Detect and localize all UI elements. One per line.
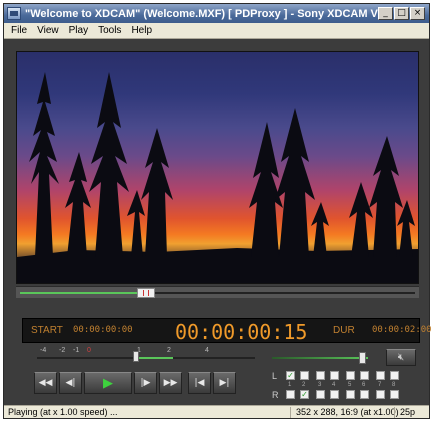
channel-checkbox[interactable] [346,390,355,399]
menu-view[interactable]: View [32,25,64,36]
rewind-button[interactable]: ◀◀ [34,372,57,394]
current-timecode: 00:00:00:15 [175,320,308,344]
maximize-button[interactable]: □ [394,7,409,20]
channel-checkbox[interactable] [376,371,385,380]
menu-bar: File View Play Tools Help [4,23,429,39]
shuttle-fill [137,357,173,359]
seek-progress [20,292,146,294]
status-bar: Playing (at x 1.00 speed) ... 352 x 288,… [4,405,429,418]
close-button[interactable]: × [410,7,425,20]
shuttle-tick: 0 [87,347,91,354]
go-to-start-button[interactable]: |◀ [188,372,211,394]
tree-silhouettes [17,72,418,283]
audio-channel-grid: L R ✓ ✓ 1 2 3 4 5 6 7 8 [272,371,422,401]
duration-timecode: 00:00:02:00 [372,325,432,335]
status-divider [290,407,291,418]
volume-slider[interactable] [272,352,372,364]
channel-row-label-r: R [272,390,279,400]
shuttle-tick: -2 [59,347,66,354]
volume-knob[interactable] [359,352,366,364]
channel-checkbox[interactable] [390,390,399,399]
channel-number: 4 [332,382,336,388]
channel-checkbox[interactable] [360,390,369,399]
play-button[interactable]: ▶ [84,372,132,394]
channel-row-label-l: L [272,371,278,381]
menu-play[interactable]: Play [64,25,93,36]
channel-number: 3 [318,382,322,388]
channel-checkbox[interactable] [376,390,385,399]
shuttle-tick: 4 [205,347,209,354]
channel-checkbox[interactable] [286,390,295,399]
shuttle-knob[interactable] [133,351,139,362]
shuttle-slider[interactable]: -4 -2 -1 0 1 2 4 [37,347,255,363]
step-back-button[interactable]: ◀| [59,372,82,394]
channel-checkbox[interactable] [330,371,339,380]
channel-checkbox[interactable]: ✓ [300,390,309,399]
channel-checkbox[interactable] [316,390,325,399]
speaker-mute-icon: 🔇︎ [397,352,405,363]
timecode-display: START 00:00:00:00 00:00:00:15 DUR 00:00:… [22,318,432,344]
step-forward-button[interactable]: |▶ [134,372,157,394]
start-label: START [31,325,63,336]
transport-controls: ◀◀ ◀| ▶ |▶ ▶▶ |◀ ▶| [34,372,248,394]
app-icon [7,7,21,20]
channel-checkbox[interactable] [390,371,399,380]
frame-rate: 25p [400,407,416,417]
volume-track [272,357,368,359]
window-title: "Welcome to XDCAM" (Welcome.MXF) [ PDPro… [25,7,378,20]
status-divider [394,407,395,418]
minimize-button[interactable]: _ [378,7,393,20]
video-preview[interactable] [16,51,419,284]
menu-file[interactable]: File [6,25,32,36]
menu-tools[interactable]: Tools [93,25,126,36]
seek-thumb[interactable] [137,288,155,298]
channel-checkbox[interactable] [300,371,309,380]
title-bar[interactable]: "Welcome to XDCAM" (Welcome.MXF) [ PDPro… [4,4,429,23]
fast-forward-button[interactable]: ▶▶ [159,372,182,394]
video-format: 352 x 288, 16:9 (at x1.00) [296,407,399,417]
viewer-window: "Welcome to XDCAM" (Welcome.MXF) [ PDPro… [3,3,432,419]
channel-checkbox[interactable]: ✓ [286,371,295,380]
playback-status: Playing (at x 1.00 speed) ... [8,407,118,417]
channel-number: 2 [302,382,306,388]
go-to-end-button[interactable]: ▶| [213,372,236,394]
shuttle-tick: -1 [73,347,80,354]
channel-number: 7 [378,382,382,388]
channel-number: 1 [288,382,292,388]
seek-track [20,292,415,294]
seek-bar[interactable] [16,286,419,298]
window-controls: _ □ × [378,7,425,20]
menu-help[interactable]: Help [126,25,157,36]
shuttle-tick: -4 [40,347,47,354]
channel-checkbox[interactable] [346,371,355,380]
channel-checkbox[interactable] [316,371,325,380]
duration-label: DUR [333,325,355,336]
channel-number: 6 [362,382,366,388]
channel-checkbox[interactable] [330,390,339,399]
channel-number: 5 [348,382,352,388]
mute-button[interactable]: 🔇︎ [386,349,416,366]
shuttle-tick: 2 [167,347,171,354]
start-timecode: 00:00:00:00 [73,325,133,335]
channel-number: 8 [392,382,396,388]
channel-checkbox[interactable] [360,371,369,380]
